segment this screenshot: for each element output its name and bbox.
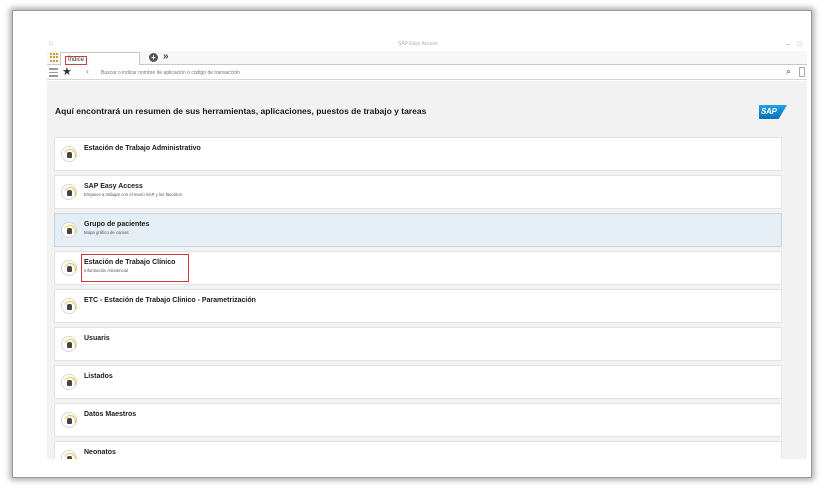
add-tab-icon[interactable]: + xyxy=(149,53,158,62)
tab-indice[interactable]: Índice xyxy=(60,52,140,65)
tile-title: Usuaris xyxy=(84,335,110,342)
user-icon xyxy=(61,336,77,352)
window-controls[interactable]: – □ xyxy=(786,41,805,48)
user-icon xyxy=(61,146,77,162)
tile-listados[interactable]: Listados xyxy=(54,365,782,399)
tile-etc-parametrizacion[interactable]: ETC - Estación de Trabajo Clínico - Para… xyxy=(54,289,782,323)
tile-title: ETC - Estación de Trabajo Clínico - Para… xyxy=(84,297,256,304)
tile-neonatos[interactable]: Neonatos xyxy=(54,441,782,459)
search-icon[interactable]: ⌕ xyxy=(786,66,791,77)
tab-label: Índice xyxy=(65,56,88,65)
user-icon xyxy=(61,222,77,238)
user-icon xyxy=(61,450,77,459)
tile-datos-maestros[interactable]: Datos Maestros xyxy=(54,403,782,437)
tile-title: Neonatos xyxy=(84,449,116,456)
system-menu-icon[interactable]: □ xyxy=(49,41,53,47)
user-icon xyxy=(61,260,77,276)
tile-subtitle: Mapa gráfico de camas xyxy=(84,230,129,235)
tile-title: SAP Easy Access xyxy=(84,183,143,190)
tile-title: Listados xyxy=(84,373,113,380)
tile-title: Grupo de pacientes xyxy=(84,221,150,228)
tile-estacion-trabajo-administrativo[interactable]: Estación de Trabajo Administrativo xyxy=(54,137,782,171)
back-chevron-icon[interactable]: ‹ xyxy=(86,66,89,76)
highlight-box xyxy=(81,254,189,282)
user-icon xyxy=(61,298,77,314)
sap-logo: SAP xyxy=(759,105,787,119)
tile-grupo-de-pacientes[interactable]: Grupo de pacientes Mapa gráfico de camas xyxy=(54,213,782,247)
browser-window: □ SAP Easy Access – □ Índice + » ★ ‹ ⌕ A… xyxy=(12,10,812,478)
user-icon xyxy=(61,412,77,428)
search-input[interactable] xyxy=(101,68,761,78)
app-grid-icon[interactable] xyxy=(50,53,59,62)
side-panel-icon[interactable] xyxy=(799,67,805,77)
user-icon xyxy=(61,374,77,390)
main-content: Aquí encontrará un resumen de sus herram… xyxy=(47,81,807,459)
tile-sap-easy-access[interactable]: SAP Easy Access Empiece a trabajar con e… xyxy=(54,175,782,209)
tile-usuaris[interactable]: Usuaris xyxy=(54,327,782,361)
window-title: SAP Easy Access xyxy=(398,41,438,47)
tile-subtitle: Empiece a trabajar con el menú SAP y los… xyxy=(84,192,182,197)
tile-title: Estación de Trabajo Administrativo xyxy=(84,145,201,152)
title-bar: □ SAP Easy Access – □ xyxy=(13,11,811,51)
page-header: Aquí encontrará un resumen de sus herram… xyxy=(47,81,807,125)
user-icon xyxy=(61,184,77,200)
menu-icon[interactable] xyxy=(49,68,58,77)
tile-list: Estación de Trabajo Administrativo SAP E… xyxy=(54,137,782,459)
toolbar: ★ ‹ ⌕ xyxy=(47,66,807,80)
favorites-star-icon[interactable]: ★ xyxy=(62,65,72,78)
page-title: Aquí encontrará un resumen de sus herram… xyxy=(55,106,427,116)
more-tabs-icon[interactable]: » xyxy=(163,51,169,62)
tile-title: Datos Maestros xyxy=(84,411,137,418)
tile-estacion-trabajo-clinico[interactable]: Estación de Trabajo Clínico Información … xyxy=(54,251,782,285)
tab-strip: Índice + » xyxy=(47,51,807,65)
